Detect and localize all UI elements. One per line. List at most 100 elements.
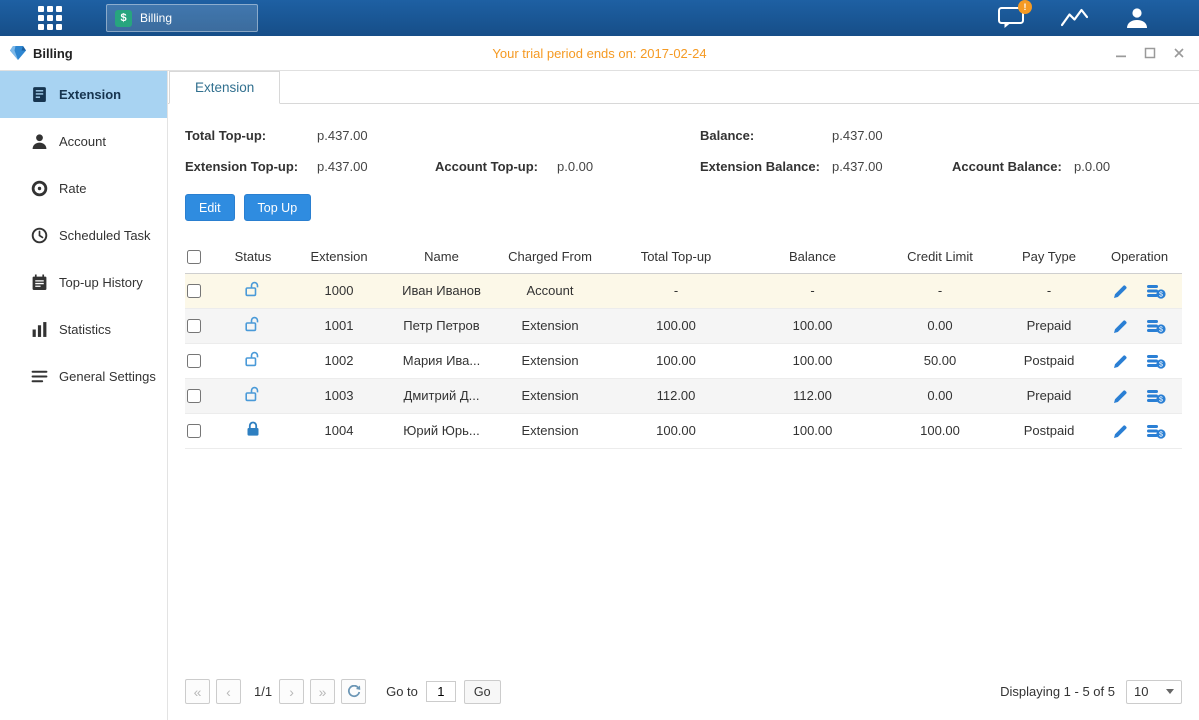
row-checkbox[interactable]: [187, 284, 201, 298]
extension-cell: 1004: [289, 413, 389, 448]
sidebar-item-rate[interactable]: Rate: [0, 165, 167, 212]
top-up-money-icon[interactable]: $: [1147, 284, 1166, 299]
first-page-button[interactable]: «: [185, 679, 210, 704]
main-content: Extension Total Top-up: p.437.00 Balance…: [168, 71, 1199, 720]
billing-gem-icon: [10, 46, 26, 60]
credit-limit-cell: 100.00: [879, 413, 1001, 448]
sidebar-item-account[interactable]: Account: [0, 118, 167, 165]
pay-type-cell: -: [1001, 273, 1097, 308]
balance-cell: -: [746, 273, 879, 308]
col-balance: Balance: [746, 240, 879, 273]
charged-from-cell: Extension: [494, 343, 606, 378]
refresh-icon: [347, 685, 361, 699]
total-topup-cell: 112.00: [606, 378, 746, 413]
statistics-chart-icon[interactable]: [1061, 8, 1088, 28]
extension-balance-value: p.437.00: [832, 159, 952, 174]
top-up-money-icon[interactable]: $: [1147, 389, 1166, 404]
table-row[interactable]: 1000 Иван Иванов Account - - - - $: [185, 273, 1182, 308]
credit-limit-cell: 50.00: [879, 343, 1001, 378]
top-up-money-icon[interactable]: $: [1147, 354, 1166, 369]
sidebar-item-scheduled-task[interactable]: Scheduled Task: [0, 212, 167, 259]
row-checkbox[interactable]: [187, 319, 201, 333]
top-up-money-icon[interactable]: $: [1147, 319, 1166, 334]
edit-pencil-icon[interactable]: [1113, 389, 1128, 404]
credit-limit-cell: 0.00: [879, 308, 1001, 343]
col-extension: Extension: [289, 240, 389, 273]
table-row[interactable]: 1001 Петр Петров Extension 100.00 100.00…: [185, 308, 1182, 343]
unlocked-icon: [245, 351, 261, 367]
total-topup-label: Total Top-up:: [185, 128, 317, 143]
pay-type-cell: Postpaid: [1001, 413, 1097, 448]
messages-icon[interactable]: !: [998, 7, 1024, 29]
pay-type-cell: Prepaid: [1001, 308, 1097, 343]
balance-cell: 100.00: [746, 308, 879, 343]
sidebar: Extension Account Rate Scheduled Task To…: [0, 71, 168, 720]
top-up-button[interactable]: Top Up: [244, 194, 312, 221]
edit-pencil-icon[interactable]: [1113, 354, 1128, 369]
edit-pencil-icon[interactable]: [1113, 284, 1128, 299]
total-topup-cell: -: [606, 273, 746, 308]
edit-button[interactable]: Edit: [185, 194, 235, 221]
col-total-topup: Total Top-up: [606, 240, 746, 273]
close-icon[interactable]: [1173, 47, 1185, 59]
table-header-row: Status Extension Name Charged From Total…: [185, 240, 1182, 273]
sidebar-item-topup-history[interactable]: Top-up History: [0, 259, 167, 306]
extension-cell: 1002: [289, 343, 389, 378]
page-size-select[interactable]: 10: [1126, 680, 1182, 704]
apps-grid-icon[interactable]: [38, 6, 62, 30]
name-cell: Мария Ива...: [389, 343, 494, 378]
extension-topup-value: p.437.00: [317, 159, 435, 174]
user-account-icon[interactable]: [1125, 7, 1149, 29]
credit-limit-cell: 0.00: [879, 378, 1001, 413]
last-page-button[interactable]: »: [310, 679, 335, 704]
account-balance-value: p.0.00: [1074, 159, 1110, 174]
bar-chart-icon: [31, 321, 48, 338]
col-name: Name: [389, 240, 494, 273]
table-toolbar: Edit Top Up: [185, 194, 1182, 221]
total-topup-value: p.437.00: [317, 128, 700, 143]
edit-pencil-icon[interactable]: [1113, 424, 1128, 439]
minimize-icon[interactable]: [1115, 47, 1127, 59]
prev-page-button[interactable]: ‹: [216, 679, 241, 704]
row-checkbox[interactable]: [187, 389, 201, 403]
pagination-right: Displaying 1 - 5 of 5 10: [1000, 680, 1182, 704]
window-title: Billing: [10, 46, 73, 61]
select-all-checkbox[interactable]: [187, 250, 201, 264]
row-checkbox[interactable]: [187, 424, 201, 438]
total-topup-cell: 100.00: [606, 308, 746, 343]
edit-pencil-icon[interactable]: [1113, 319, 1128, 334]
name-cell: Петр Петров: [389, 308, 494, 343]
pay-type-cell: Postpaid: [1001, 343, 1097, 378]
summary-row-2: Extension Top-up: p.437.00 Account Top-u…: [185, 156, 1182, 177]
goto-page-group: Go to Go: [386, 680, 500, 704]
extension-topup-label: Extension Top-up:: [185, 159, 317, 174]
notification-badge: !: [1018, 0, 1032, 14]
sidebar-item-general-settings[interactable]: General Settings: [0, 353, 167, 400]
balance-cell: 112.00: [746, 378, 879, 413]
go-button[interactable]: Go: [464, 680, 501, 704]
next-page-button[interactable]: ›: [279, 679, 304, 704]
row-checkbox[interactable]: [187, 354, 201, 368]
table-row[interactable]: 1002 Мария Ива... Extension 100.00 100.0…: [185, 343, 1182, 378]
account-topup-label: Account Top-up:: [435, 159, 557, 174]
trial-notice: Your trial period ends on: 2017-02-24: [0, 46, 1199, 61]
refresh-button[interactable]: [341, 679, 366, 704]
balance-summary: Total Top-up: p.437.00 Balance: p.437.00…: [185, 125, 1182, 177]
table-row[interactable]: 1004 Юрий Юрь... Extension 100.00 100.00…: [185, 413, 1182, 448]
summary-row-1: Total Top-up: p.437.00 Balance: p.437.00: [185, 125, 1182, 146]
maximize-icon[interactable]: [1144, 47, 1156, 59]
account-balance-label: Account Balance:: [952, 159, 1074, 174]
charged-from-cell: Account: [494, 273, 606, 308]
balance-value: p.437.00: [832, 128, 883, 143]
rate-icon: [31, 180, 48, 197]
sidebar-item-statistics[interactable]: Statistics: [0, 306, 167, 353]
tab-extension[interactable]: Extension: [169, 71, 280, 104]
goto-page-input[interactable]: [426, 681, 456, 702]
top-up-money-icon[interactable]: $: [1147, 424, 1166, 439]
table-row[interactable]: 1003 Дмитрий Д... Extension 112.00 112.0…: [185, 378, 1182, 413]
sidebar-item-extension[interactable]: Extension: [0, 71, 167, 118]
svg-text:$: $: [1159, 326, 1163, 333]
app-tab-billing[interactable]: $ Billing: [106, 4, 258, 32]
account-icon: [31, 133, 48, 150]
app-tab-label: Billing: [140, 11, 172, 25]
